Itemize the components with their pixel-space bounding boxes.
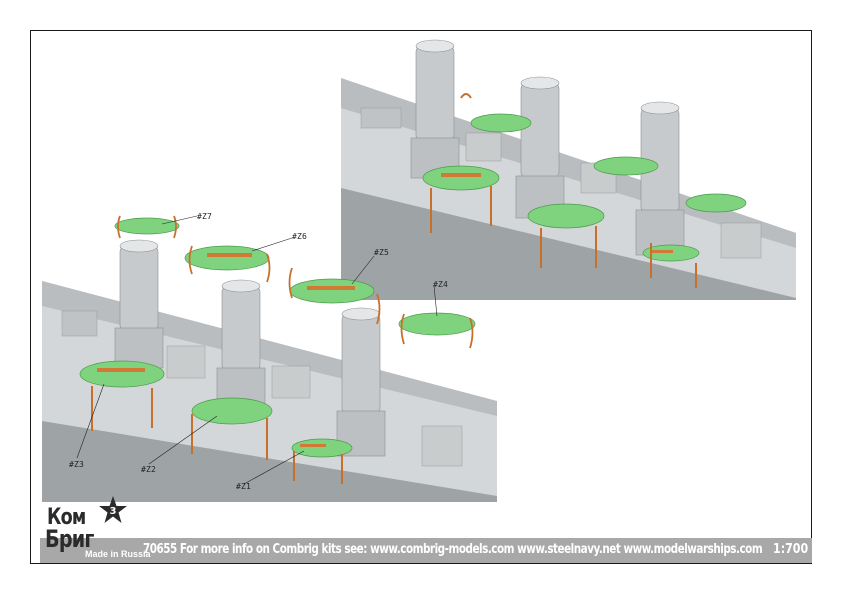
footer-info-text: 70655 For more info on Combrig kits see:… [143, 542, 763, 557]
callout-z1: #Z1 [236, 482, 252, 491]
callout-z5: #Z5 [374, 248, 390, 257]
callout-z3: #Z3 [69, 460, 85, 469]
instruction-sheet: #Z7 #Z6 #Z5 #Z4 #Z3 #Z2 #Z1 70655 For mo… [0, 0, 842, 595]
logo-subtitle: Made in Russia [85, 549, 151, 559]
ship-render-bottom [42, 215, 497, 502]
logo-star-number: 3 [110, 506, 117, 517]
star-logo-icon: 3 [99, 496, 127, 523]
scale-label: 1:700 [773, 542, 809, 557]
callout-z2: #Z2 [141, 465, 157, 474]
callout-z6: #Z6 [292, 232, 308, 241]
callout-z7: #Z7 [197, 212, 213, 221]
callout-z4: #Z4 [433, 280, 449, 289]
